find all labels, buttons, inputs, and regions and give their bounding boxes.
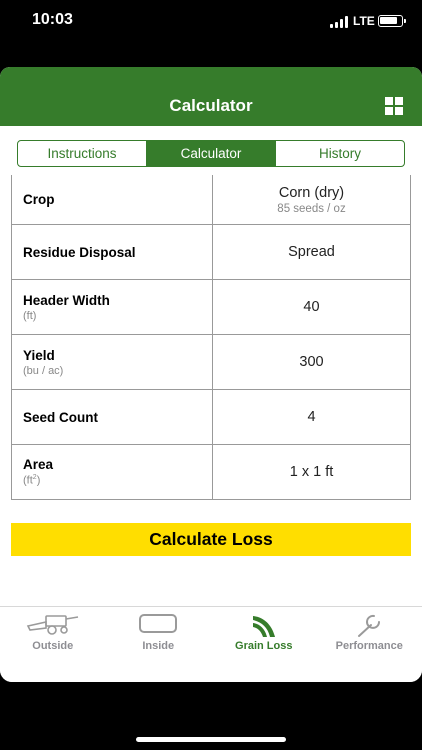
grid-menu-icon[interactable] (385, 97, 403, 115)
row-value: 1 x 1 ft (289, 464, 334, 480)
nav-item-grain-loss[interactable]: Grain Loss (211, 607, 317, 682)
home-indicator (136, 737, 286, 742)
row-value: 300 (299, 354, 324, 370)
nav-item-performance[interactable]: Performance (317, 607, 422, 682)
status-time: 10:03 (32, 11, 73, 28)
row-label: Area (23, 457, 54, 473)
row-unit: (ft) (23, 309, 37, 322)
network-type: LTE (353, 14, 375, 28)
row-yield[interactable]: Yield (bu / ac) 300 (12, 335, 410, 390)
status-bar: 10:03 LTE (0, 0, 422, 44)
row-residue-disposal[interactable]: Residue Disposal Spread (12, 225, 410, 280)
bottom-tab-bar: Outside Inside Grain Loss Performance (0, 606, 422, 682)
combine-icon (26, 615, 78, 635)
row-subvalue: 85 seeds / oz (277, 202, 346, 215)
calculate-loss-button[interactable]: Calculate Loss (11, 523, 411, 556)
row-value: Spread (288, 244, 335, 260)
row-header-width[interactable]: Header Width (ft) 40 (12, 280, 410, 335)
app-sheet: Calculator Instructions Calculator Histo… (0, 67, 422, 682)
nav-label: Outside (32, 640, 74, 652)
page-title: Calculator (169, 96, 253, 115)
row-label: Residue Disposal (23, 244, 136, 260)
screen-icon (139, 614, 178, 633)
nav-label: Grain Loss (235, 640, 293, 652)
grain-loss-icon (252, 616, 275, 637)
row-value: 40 (303, 299, 320, 315)
row-value: 4 (307, 409, 316, 425)
tab-calculator[interactable]: Calculator (147, 141, 276, 166)
row-seed-count[interactable]: Seed Count 4 (12, 390, 410, 445)
row-label: Crop (23, 192, 55, 207)
nav-label: Inside (142, 640, 175, 652)
row-value: Corn (dry) (278, 184, 345, 201)
row-area[interactable]: Area (ft2) 1 x 1 ft (12, 445, 410, 500)
wrench-icon (358, 614, 381, 637)
row-crop[interactable]: Crop Corn (dry) 85 seeds / oz (12, 175, 410, 225)
nav-bar: Calculator (0, 67, 422, 126)
row-label: Header Width (23, 292, 110, 308)
row-unit: (bu / ac) (23, 364, 64, 377)
segmented-tabs: Instructions Calculator History (17, 140, 405, 167)
nav-label: Performance (335, 640, 403, 652)
row-label: Seed Count (23, 409, 99, 425)
nav-item-outside[interactable]: Outside (0, 607, 106, 682)
tab-history[interactable]: History (276, 141, 404, 166)
row-label: Yield (23, 347, 55, 363)
row-unit: (ft2) (23, 474, 41, 487)
cellular-signal-icon (330, 16, 348, 28)
nav-item-inside[interactable]: Inside (106, 607, 212, 682)
inputs-table: Crop Corn (dry) 85 seeds / oz Residue Di… (11, 175, 411, 500)
tab-instructions[interactable]: Instructions (18, 141, 147, 166)
battery-icon (378, 15, 406, 27)
